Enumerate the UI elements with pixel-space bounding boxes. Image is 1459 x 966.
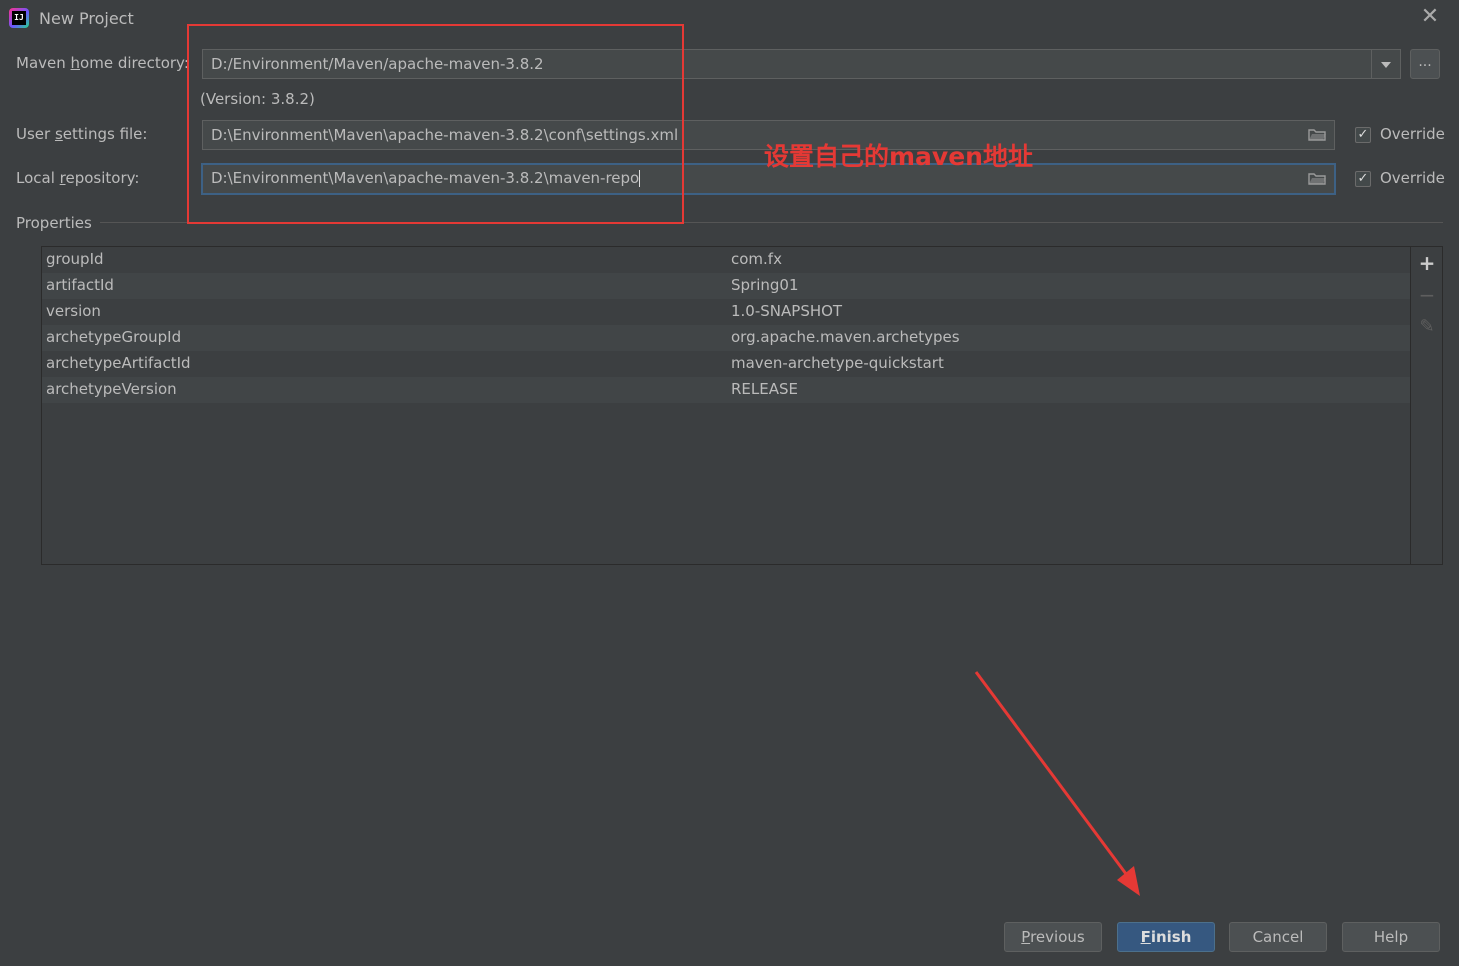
maven-home-label-pre: Maven xyxy=(16,54,71,72)
local-repo-label: Local repository: xyxy=(16,169,139,187)
table-row[interactable]: archetypeVersion RELEASE xyxy=(42,377,1410,403)
annotation-box xyxy=(187,24,684,224)
user-settings-label-mnemonic: s xyxy=(54,125,63,143)
property-key: archetypeVersion xyxy=(46,380,177,398)
properties-table: groupId com.fx artifactId Spring01 versi… xyxy=(41,246,1411,565)
intellij-app-icon: IJ xyxy=(9,8,29,28)
table-row[interactable]: archetypeArtifactId maven-archetype-quic… xyxy=(42,351,1410,377)
annotation-text: 设置自己的maven地址 xyxy=(764,142,1033,171)
table-row[interactable]: artifactId Spring01 xyxy=(42,273,1410,299)
user-settings-override-label: Override xyxy=(1380,125,1445,143)
local-repo-override-label: Override xyxy=(1380,169,1445,187)
finish-label: inish xyxy=(1150,928,1192,946)
table-row[interactable]: groupId com.fx xyxy=(42,247,1410,273)
local-repo-label-post: epository: xyxy=(65,169,140,187)
close-icon[interactable]: ✕ xyxy=(1419,5,1441,29)
maven-home-label-mnemonic: h xyxy=(70,54,81,72)
property-key: version xyxy=(46,302,101,320)
user-settings-label-pre: User xyxy=(16,125,55,143)
property-key: archetypeArtifactId xyxy=(46,354,191,372)
previous-label: revious xyxy=(1030,928,1085,946)
chevron-down-icon[interactable] xyxy=(1371,50,1400,78)
folder-icon[interactable] xyxy=(1308,172,1326,185)
finish-button[interactable]: Finish xyxy=(1117,922,1215,952)
properties-toolbar: + − ✎ xyxy=(1411,246,1443,565)
property-key: archetypeGroupId xyxy=(46,328,182,346)
table-row[interactable]: archetypeGroupId org.apache.maven.archet… xyxy=(42,325,1410,351)
previous-mnemonic: P xyxy=(1021,928,1031,946)
remove-icon[interactable]: − xyxy=(1417,285,1437,305)
property-key: artifactId xyxy=(46,276,114,294)
properties-title: Properties xyxy=(16,214,92,232)
property-value: maven-archetype-quickstart xyxy=(731,354,944,372)
finish-mnemonic: F xyxy=(1140,928,1151,946)
maven-home-label-post: ome directory: xyxy=(80,54,189,72)
edit-icon[interactable]: ✎ xyxy=(1417,317,1437,337)
folder-icon[interactable] xyxy=(1308,128,1326,141)
user-settings-override-checkbox[interactable]: ✓ xyxy=(1355,127,1371,143)
annotation-arrow xyxy=(974,671,1140,896)
property-value: 1.0-SNAPSHOT xyxy=(731,302,843,320)
maven-home-browse-button[interactable]: ... xyxy=(1410,49,1440,79)
local-repo-override-checkbox[interactable]: ✓ xyxy=(1355,171,1371,187)
maven-home-label: Maven home directory: xyxy=(16,54,189,72)
user-settings-label-post: ettings file: xyxy=(62,125,148,143)
property-value: org.apache.maven.archetypes xyxy=(731,328,960,346)
previous-button[interactable]: Previous xyxy=(1004,922,1102,952)
cancel-button[interactable]: Cancel xyxy=(1229,922,1327,952)
property-value: com.fx xyxy=(731,250,782,268)
help-button[interactable]: Help xyxy=(1342,922,1440,952)
property-value: RELEASE xyxy=(731,380,798,398)
add-icon[interactable]: + xyxy=(1417,253,1437,273)
user-settings-label: User settings file: xyxy=(16,125,147,143)
property-key: groupId xyxy=(46,250,104,268)
property-value: Spring01 xyxy=(731,276,799,294)
table-row[interactable]: version 1.0-SNAPSHOT xyxy=(42,299,1410,325)
local-repo-label-pre: Local xyxy=(16,169,60,187)
window-title: New Project xyxy=(39,9,134,28)
